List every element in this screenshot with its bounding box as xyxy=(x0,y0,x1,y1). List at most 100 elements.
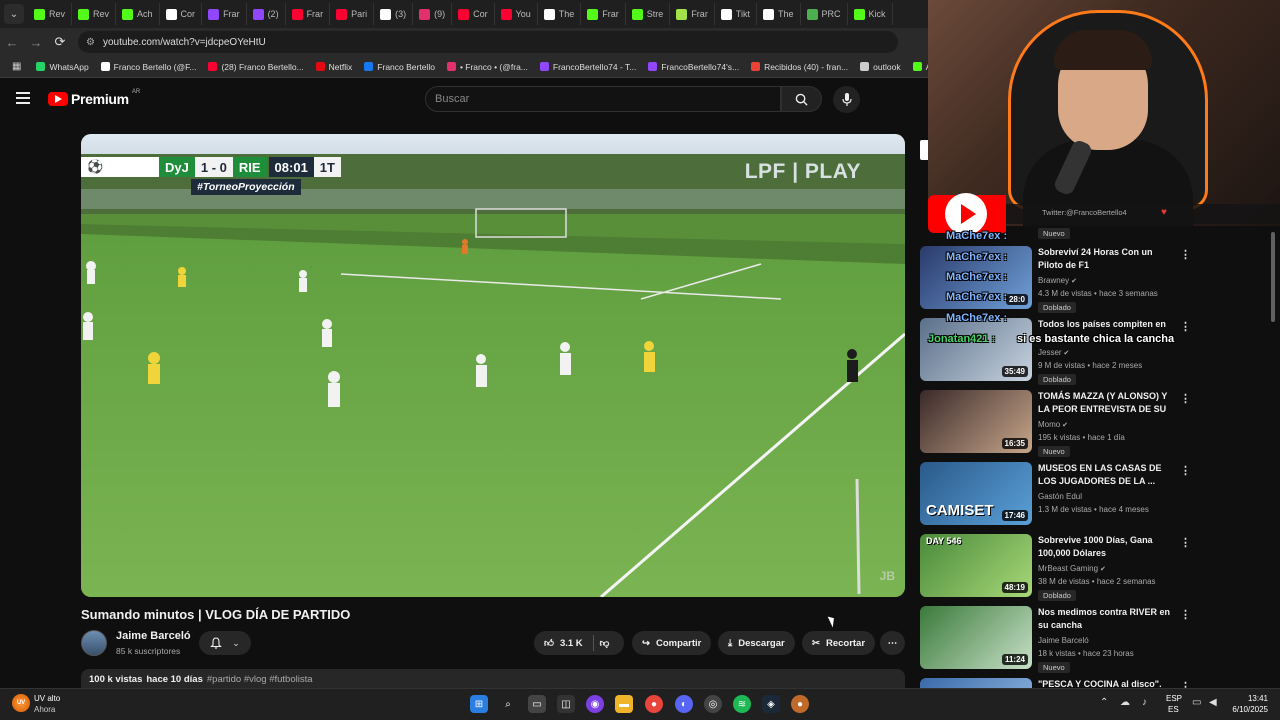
browser-tab[interactable]: The xyxy=(757,3,801,25)
more-options-icon[interactable]: ⋮ xyxy=(1180,464,1191,477)
browser-tab[interactable]: Cor xyxy=(452,3,495,25)
browser-tab[interactable]: Frar xyxy=(581,3,626,25)
clip-button[interactable]: ✂ Recortar xyxy=(802,631,876,655)
more-options-icon[interactable]: ⋮ xyxy=(1180,248,1191,261)
bookmark-item[interactable]: Franco Bertello (@F... xyxy=(96,62,202,72)
more-actions-button[interactable]: ⋯ xyxy=(880,631,905,655)
browser-tab[interactable]: Rev xyxy=(72,3,117,25)
clock-date[interactable]: 6/10/2025 xyxy=(1222,705,1268,714)
channel-name[interactable]: Gastón Edul xyxy=(1038,492,1082,501)
browser-tab[interactable]: Cor xyxy=(160,3,203,25)
recommended-video[interactable]: DAY 546 48:19 Sobrevive 1000 Días, Gana 10… xyxy=(920,534,1270,601)
browser-tab[interactable]: (9) xyxy=(413,3,453,25)
video-thumbnail[interactable]: DAY 546 48:19 xyxy=(920,534,1032,597)
hamburger-menu-icon[interactable] xyxy=(16,92,30,104)
app-icon[interactable]: ◉ xyxy=(586,695,604,713)
browser-tab[interactable]: Frar xyxy=(670,3,715,25)
bookmark-item[interactable]: FrancoBertello74's... xyxy=(643,62,744,72)
bookmark-item[interactable]: outlook xyxy=(855,62,905,72)
channel-name[interactable]: Brawney ✔ xyxy=(1038,276,1077,285)
spotify-icon[interactable]: ≋ xyxy=(733,695,751,713)
video-thumbnail[interactable]: 11:24 xyxy=(920,606,1032,669)
file-explorer-icon[interactable]: ▬ xyxy=(615,695,633,713)
site-info-icon[interactable]: ⚙ xyxy=(86,37,95,48)
recommended-video[interactable]: 35:49 Todos los países compiten en Jesser … xyxy=(920,318,1270,385)
forward-icon[interactable]: → xyxy=(24,35,48,50)
clock-time[interactable]: 13:41 xyxy=(1228,694,1268,703)
more-options-icon[interactable]: ⋮ xyxy=(1180,320,1191,333)
channel-name[interactable]: Jaime Barceló xyxy=(1038,636,1089,645)
bookmark-item[interactable]: Recibidos (40) - fran... xyxy=(746,62,853,72)
channel-avatar[interactable] xyxy=(81,630,107,656)
bookmark-item[interactable]: FrancoBertello74 - T... xyxy=(535,62,641,72)
video-title[interactable]: Sobreviví 24 Horas Con un Piloto de F1 xyxy=(1038,246,1172,272)
apps-grid-icon[interactable]: ▦ xyxy=(6,61,27,72)
weather-label[interactable]: UV alto xyxy=(34,694,60,703)
browser-tab[interactable]: Frar xyxy=(286,3,331,25)
video-thumbnail[interactable]: 16:35 xyxy=(920,390,1032,453)
task-view-icon[interactable]: ▭ xyxy=(528,695,546,713)
video-title[interactable]: Sobrevive 1000 Días, Gana 100,000 Dólare… xyxy=(1038,534,1172,560)
search-taskbar-icon[interactable]: ⌕ xyxy=(499,695,517,713)
video-thumbnail[interactable]: CAMISET 17:46 xyxy=(920,462,1032,525)
url-field[interactable]: ⚙ youtube.com/watch?v=jdcpeOYeHtU xyxy=(78,31,898,53)
channel-name[interactable]: Momo ✔ xyxy=(1038,420,1068,429)
browser-tab[interactable]: You xyxy=(495,3,538,25)
browser-tab[interactable]: Rev xyxy=(28,3,73,25)
download-button[interactable]: ⤓ Descargar xyxy=(718,631,795,655)
volume-icon[interactable]: ◀ xyxy=(1209,697,1217,708)
channel-name[interactable]: MrBeast Gaming ✔ xyxy=(1038,564,1106,573)
recommended-video[interactable]: CAMISET 17:46 MUSEOS EN LAS CASAS DE LOS J… xyxy=(920,462,1270,528)
obs-icon[interactable]: ◎ xyxy=(704,695,722,713)
browser-tab[interactable]: Stre xyxy=(626,3,671,25)
description-tags[interactable]: #partido #vlog #futbolista xyxy=(207,674,313,686)
language-indicator[interactable]: ESP xyxy=(1166,694,1182,703)
back-icon[interactable]: ← xyxy=(0,35,24,50)
channel-name[interactable]: Jesser ✔ xyxy=(1038,348,1069,357)
mic-tray-icon[interactable]: ♪ xyxy=(1142,697,1147,708)
bookmark-item[interactable]: Aler xyxy=(908,62,928,72)
dislike-button[interactable]: 👎︎ xyxy=(600,637,610,649)
browser-tab[interactable]: Tikt xyxy=(715,3,757,25)
bookmark-item[interactable]: Netflix xyxy=(311,62,358,72)
start-icon[interactable]: ⊞ xyxy=(470,695,488,713)
video-player[interactable]: ⚽ DyJ 1 - 0 RIE 08:01 1T #TorneoProyecci… xyxy=(81,134,905,597)
steam-icon[interactable]: ◈ xyxy=(762,695,780,713)
share-button[interactable]: ↪ Compartir xyxy=(632,631,712,655)
video-title[interactable]: MUSEOS EN LAS CASAS DE LOS JUGADORES DE … xyxy=(1038,462,1172,488)
voice-search-button[interactable] xyxy=(833,86,860,113)
recommended-video[interactable]: 11:24 Nos medimos contra RIVER en su canc… xyxy=(920,606,1270,673)
store-icon[interactable]: ◫ xyxy=(557,695,575,713)
bookmark-item[interactable]: WhatsApp xyxy=(31,62,93,72)
onedrive-icon[interactable]: ☁ xyxy=(1120,697,1130,708)
video-thumbnail[interactable]: 35:49 xyxy=(920,318,1032,381)
like-button[interactable]: 👍︎ 3.1 K xyxy=(544,637,583,650)
chrome-icon[interactable]: ● xyxy=(645,695,663,713)
recommended-video[interactable]: 16:35 TOMÁS MAZZA (Y ALONSO) Y LA PEOR EN… xyxy=(920,390,1270,457)
youtube-premium-logo[interactable]: Premium AR xyxy=(48,89,140,107)
reload-icon[interactable]: ⟳ xyxy=(48,34,72,50)
network-icon[interactable]: ▭ xyxy=(1192,697,1201,708)
video-title[interactable]: TOMÁS MAZZA (Y ALONSO) Y LA PEOR ENTREVI… xyxy=(1038,390,1172,417)
bookmark-item[interactable]: • Franco • (@fra... xyxy=(442,62,533,72)
browser-tab[interactable]: Ach xyxy=(116,3,160,25)
video-thumbnail[interactable] xyxy=(920,678,1032,688)
bookmark-item[interactable]: Franco Bertello xyxy=(359,62,440,72)
subscription-bell-button[interactable]: ⌄ xyxy=(199,631,251,655)
search-button[interactable] xyxy=(781,86,822,112)
more-options-icon[interactable]: ⋮ xyxy=(1180,536,1191,549)
keyboard-layout[interactable]: ES xyxy=(1168,705,1179,714)
tab-search-button[interactable]: ⌄ xyxy=(4,4,24,24)
more-options-icon[interactable]: ⋮ xyxy=(1180,392,1191,405)
more-options-icon[interactable]: ⋮ xyxy=(1180,680,1191,688)
sidebar-scrollbar[interactable] xyxy=(1271,232,1275,322)
recommended-video[interactable]: "PESCA Y COCINA al disco". ⋮ xyxy=(920,678,1270,688)
app-orange-icon[interactable]: ● xyxy=(791,695,809,713)
browser-tab[interactable]: The xyxy=(538,3,582,25)
browser-tab[interactable]: (3) xyxy=(374,3,414,25)
browser-tab[interactable]: PRC xyxy=(801,3,848,25)
discord-icon[interactable]: ◐ xyxy=(675,695,693,713)
browser-tab[interactable]: Kick xyxy=(848,3,893,25)
video-title[interactable]: Todos los países compiten en xyxy=(1038,318,1172,331)
video-title[interactable]: Nos medimos contra RIVER en su cancha xyxy=(1038,606,1172,632)
